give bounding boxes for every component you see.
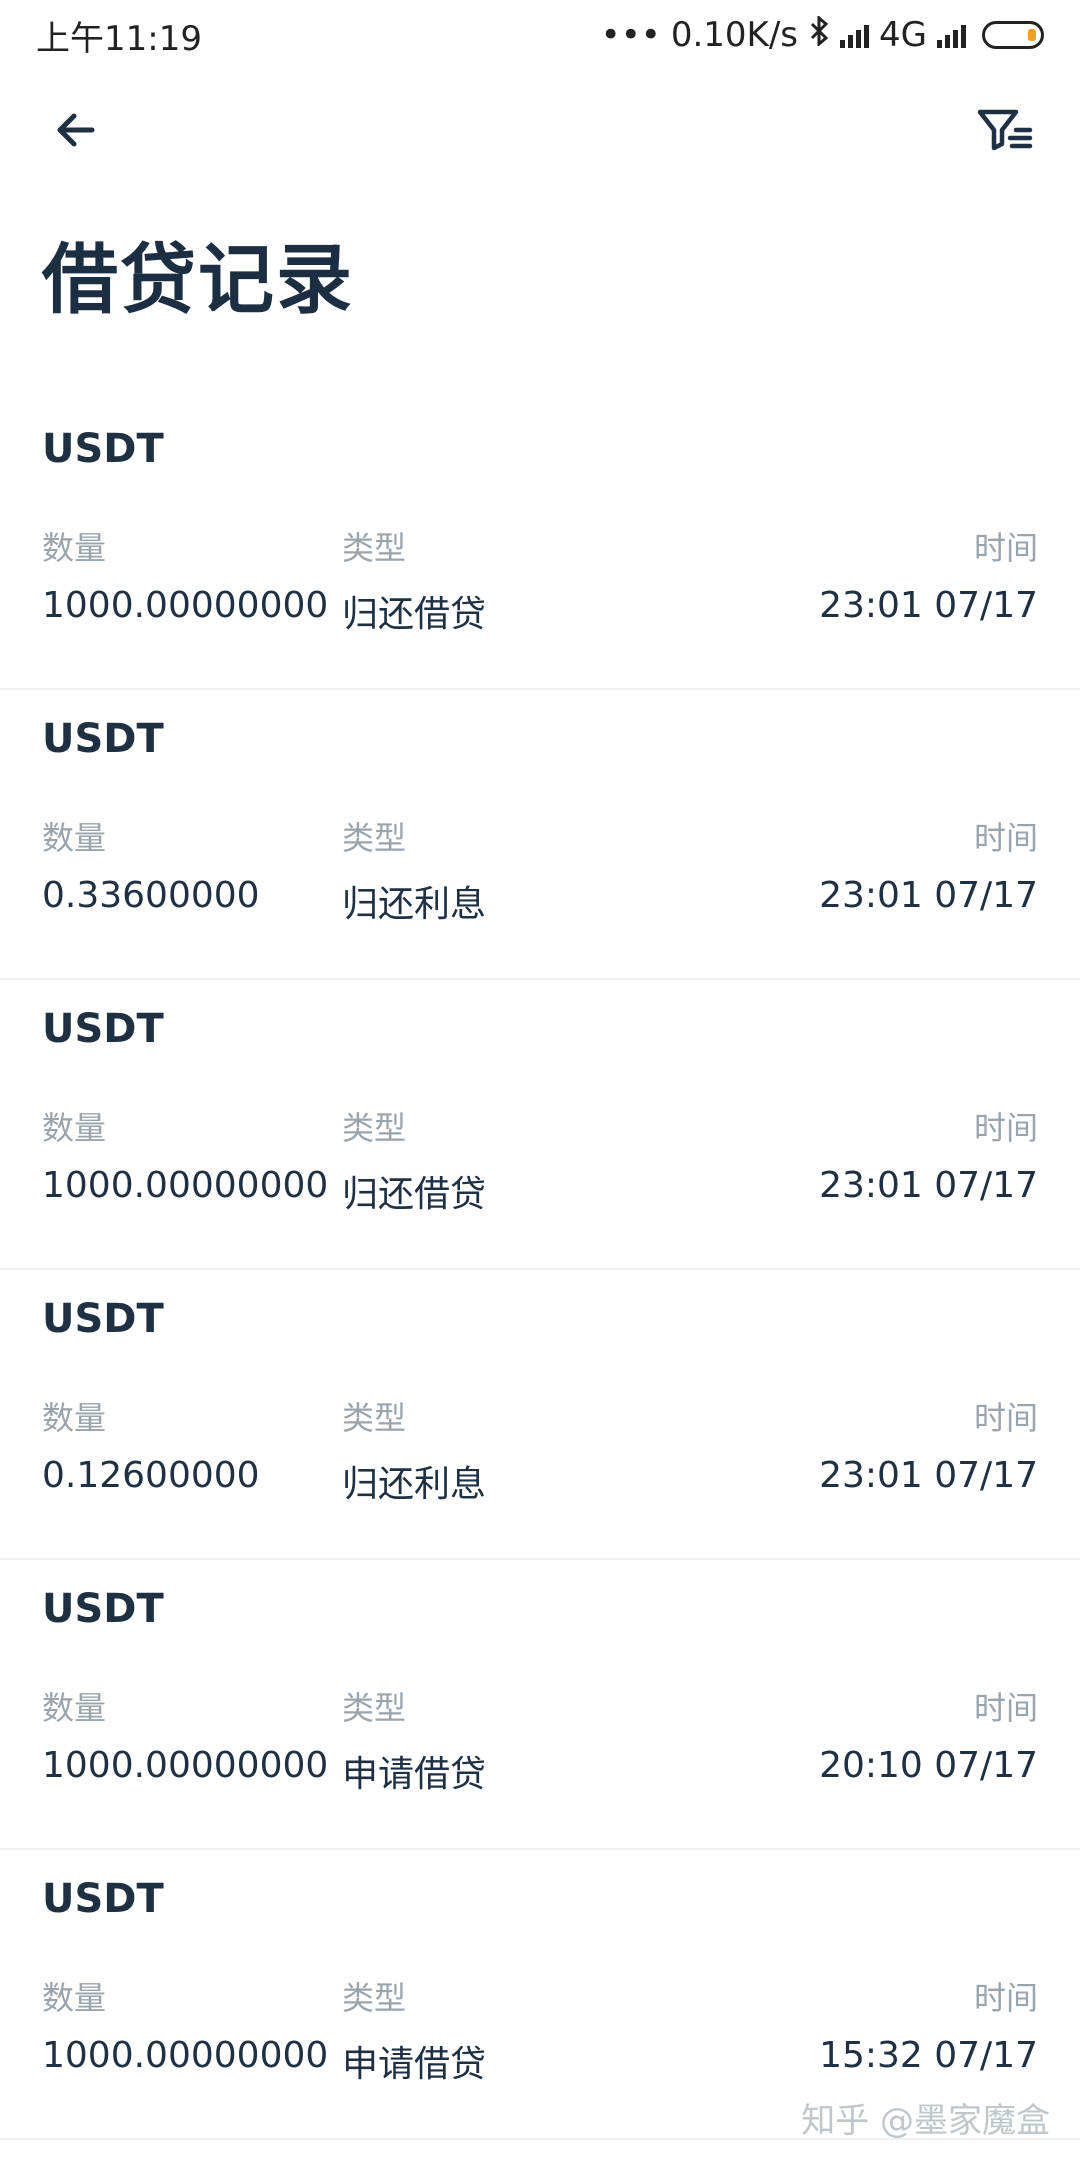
network-type: 4G bbox=[879, 15, 927, 55]
time-value: 23:01 07/17 bbox=[819, 1165, 1038, 1206]
type-label: 类型 bbox=[342, 1399, 407, 1437]
time-label: 时间 bbox=[973, 1689, 1038, 1727]
signal-icon bbox=[840, 22, 870, 48]
coin-name: USDT bbox=[42, 716, 164, 762]
amount-label: 数量 bbox=[42, 529, 107, 567]
time-value: 23:01 07/17 bbox=[819, 1455, 1038, 1496]
amount-value: 0.12600000 bbox=[42, 1455, 260, 1496]
time-label: 时间 bbox=[973, 1109, 1038, 1147]
loan-record-list: USDT 数量 类型 时间 1000.00000000 归还借贷 23:01 0… bbox=[0, 400, 1080, 2140]
time-value: 20:10 07/17 bbox=[819, 1745, 1038, 1786]
record-item[interactable]: USDT 数量 类型 时间 1000.00000000 归还借贷 23:01 0… bbox=[0, 980, 1080, 1270]
type-label: 类型 bbox=[342, 1979, 407, 2017]
amount-label: 数量 bbox=[42, 1109, 107, 1147]
status-icons: ••• 0.10K/s 4G bbox=[600, 14, 1044, 55]
time-value: 23:01 07/17 bbox=[819, 585, 1038, 626]
net-speed: 0.10K/s bbox=[670, 15, 799, 55]
amount-value: 1000.00000000 bbox=[42, 2035, 329, 2076]
coin-name: USDT bbox=[42, 426, 164, 472]
amount-value: 1000.00000000 bbox=[42, 585, 329, 626]
time-value: 23:01 07/17 bbox=[819, 875, 1038, 916]
type-value: 归还利息 bbox=[342, 884, 487, 925]
status-bar: 上午11:19 ••• 0.10K/s 4G bbox=[0, 0, 1080, 70]
amount-label: 数量 bbox=[42, 819, 107, 857]
amount-label: 数量 bbox=[42, 1399, 107, 1437]
time-value: 15:32 07/17 bbox=[819, 2035, 1038, 2076]
type-value: 归还借贷 bbox=[342, 1174, 487, 1215]
coin-name: USDT bbox=[42, 1876, 164, 1922]
back-button[interactable] bbox=[44, 98, 108, 162]
filter-button[interactable] bbox=[972, 98, 1036, 162]
type-label: 类型 bbox=[342, 1689, 407, 1727]
time-label: 时间 bbox=[973, 1979, 1038, 2017]
watermark: 知乎 @墨家魔盒 bbox=[801, 2101, 1050, 2141]
type-value: 归还借贷 bbox=[342, 594, 487, 635]
more-dots: ••• bbox=[600, 15, 661, 55]
amount-value: 1000.00000000 bbox=[42, 1165, 329, 1206]
signal-icon-2 bbox=[937, 22, 966, 48]
bluetooth-icon bbox=[808, 14, 830, 55]
record-item[interactable]: USDT 数量 类型 时间 0.33600000 归还利息 23:01 07/1… bbox=[0, 690, 1080, 980]
type-label: 类型 bbox=[342, 1109, 407, 1147]
coin-name: USDT bbox=[42, 1586, 164, 1632]
time-label: 时间 bbox=[973, 1399, 1038, 1437]
time-label: 时间 bbox=[973, 529, 1038, 567]
record-item[interactable]: USDT 数量 类型 时间 1000.00000000 归还借贷 23:01 0… bbox=[0, 400, 1080, 690]
coin-name: USDT bbox=[42, 1006, 164, 1052]
type-label: 类型 bbox=[342, 529, 407, 567]
type-value: 申请借贷 bbox=[342, 1754, 487, 1795]
amount-label: 数量 bbox=[42, 1689, 107, 1727]
filter-icon bbox=[977, 109, 1033, 151]
type-value: 归还利息 bbox=[342, 1464, 487, 1505]
amount-value: 1000.00000000 bbox=[42, 1745, 329, 1786]
page-title: 借贷记录 bbox=[42, 235, 354, 324]
record-item[interactable]: USDT 数量 类型 时间 1000.00000000 申请借贷 20:10 0… bbox=[0, 1560, 1080, 1850]
type-value: 申请借贷 bbox=[342, 2044, 487, 2085]
amount-value: 0.33600000 bbox=[42, 875, 260, 916]
amount-label: 数量 bbox=[42, 1979, 107, 2017]
record-item[interactable]: USDT 数量 类型 时间 0.12600000 归还利息 23:01 07/1… bbox=[0, 1270, 1080, 1560]
type-label: 类型 bbox=[342, 819, 407, 857]
coin-name: USDT bbox=[42, 1296, 164, 1342]
time-label: 时间 bbox=[973, 819, 1038, 857]
app-bar bbox=[0, 90, 1080, 170]
status-time: 上午11:19 bbox=[36, 18, 202, 59]
battery-icon bbox=[982, 21, 1044, 49]
arrow-left-icon bbox=[57, 113, 95, 147]
